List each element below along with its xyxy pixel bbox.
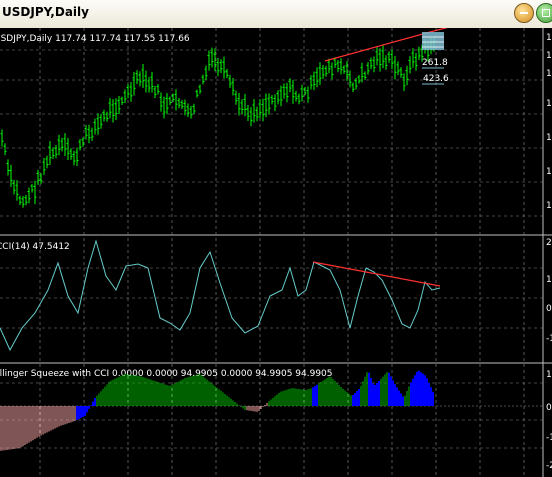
chart-area[interactable]: 261.8 423.6 USDJPY,Daily 117.74 117.74 1… xyxy=(0,28,552,477)
svg-text:1: 1 xyxy=(546,69,552,79)
minimize-icon[interactable] xyxy=(514,3,534,23)
svg-text:2: 2 xyxy=(546,238,552,248)
cci-panel-label: CCI(14) 47.5412 xyxy=(0,242,70,252)
squeeze-panel-label: Bollinger Squeeze with CCI 0.0000 0.0000… xyxy=(0,369,333,379)
svg-text:1: 1 xyxy=(546,201,552,211)
svg-text:-1: -1 xyxy=(546,334,552,344)
svg-text:-1: -1 xyxy=(546,433,552,443)
svg-text:1: 1 xyxy=(546,133,552,143)
svg-text:0: 0 xyxy=(546,304,552,314)
window-title: USDJPY,Daily xyxy=(2,5,89,19)
svg-text:0: 0 xyxy=(546,403,552,413)
window-titlebar[interactable]: USDJPY,Daily xyxy=(0,0,552,29)
main-panel-info: USDJPY,Daily 117.74 117.74 117.55 117.66 xyxy=(0,34,190,44)
svg-text:1: 1 xyxy=(546,275,552,285)
svg-text:1: 1 xyxy=(546,99,552,109)
fib-level-423: 423.6 xyxy=(423,74,449,84)
svg-text:1: 1 xyxy=(546,33,552,43)
fib-level-261: 261.8 xyxy=(422,58,448,68)
svg-text:1: 1 xyxy=(546,167,552,177)
svg-text:1: 1 xyxy=(546,51,552,61)
maximize-icon[interactable] xyxy=(536,3,552,23)
svg-text:-2: -2 xyxy=(546,461,552,471)
chart-window: USDJPY,Daily 261.8 423.6 USDJPY,Daily 11… xyxy=(0,0,552,477)
svg-text:1: 1 xyxy=(546,370,552,380)
